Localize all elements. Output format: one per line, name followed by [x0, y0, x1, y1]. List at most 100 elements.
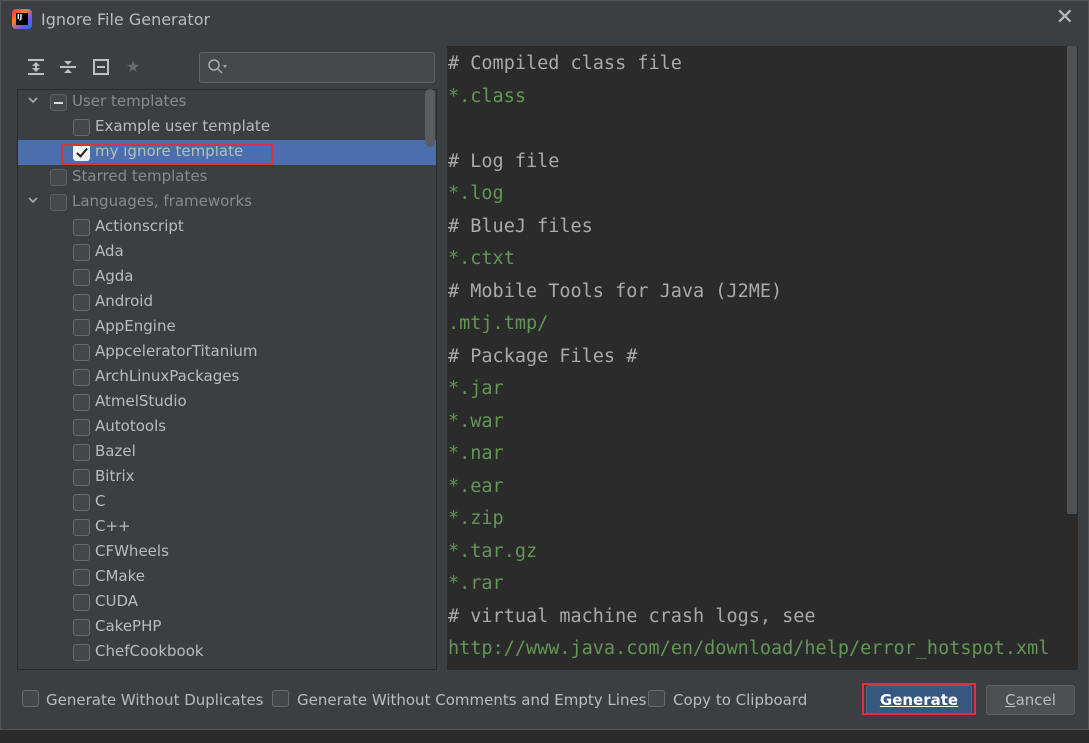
editor-scrollbar[interactable]: [1067, 46, 1077, 514]
template-checkbox[interactable]: [73, 519, 90, 536]
highlight-box-generate: [862, 683, 976, 715]
code-pattern-line: *.zip: [448, 508, 504, 529]
tree-row[interactable]: CMake: [18, 565, 436, 590]
tree-row[interactable]: CakePHP: [18, 615, 436, 640]
preview-editor[interactable]: # Compiled class file *.class # Log file *.…: [447, 46, 1078, 670]
title-bar: IJ Ignore File Generator ✕: [1, 1, 1088, 39]
template-checkbox[interactable]: [73, 494, 90, 511]
cancel-mnemonic: C: [1005, 691, 1016, 709]
tree-row[interactable]: C: [18, 490, 436, 515]
search-input[interactable]: [199, 52, 435, 83]
template-checkbox[interactable]: [73, 294, 90, 311]
template-checkbox[interactable]: [73, 394, 90, 411]
code-pattern-line: *.tar.gz: [448, 540, 538, 562]
code-pattern-line: *.rar: [448, 573, 504, 594]
template-checkbox[interactable]: [50, 94, 67, 111]
star-icon[interactable]: ★: [122, 56, 144, 78]
tree-row[interactable]: Starred templates: [18, 165, 436, 190]
without-comments-label[interactable]: Generate Without Comments and Empty Line…: [297, 691, 647, 709]
template-checkbox[interactable]: [73, 219, 90, 236]
template-checkbox[interactable]: [73, 419, 90, 436]
tree-row[interactable]: CFWheels: [18, 540, 436, 565]
tree-row-label: AppceleratorTitanium: [95, 342, 258, 360]
tree-row-label: Languages, frameworks: [72, 192, 252, 210]
code-comment-line: # Log file: [448, 150, 560, 172]
template-checkbox[interactable]: [50, 194, 67, 211]
tree-row[interactable]: Actionscript: [18, 215, 436, 240]
collapse-all-icon[interactable]: [57, 56, 79, 78]
search-icon: [208, 59, 227, 74]
tree-row-label: CFWheels: [95, 542, 169, 560]
tree-row-label: User templates: [72, 92, 187, 110]
template-checkbox[interactable]: [73, 619, 90, 636]
collapse-icon[interactable]: [90, 56, 112, 78]
cancel-button[interactable]: Cancel: [986, 685, 1075, 715]
chevron-down-icon[interactable]: [26, 93, 40, 107]
tree-row[interactable]: AppEngine: [18, 315, 436, 340]
highlight-box-template: [61, 144, 273, 165]
code-pattern-line: *.nar: [448, 443, 504, 464]
tree-row[interactable]: AtmelStudio: [18, 390, 436, 415]
code-pattern-line: *.class: [448, 85, 526, 107]
tree-row-label: C: [95, 492, 106, 510]
code-pattern-line: *.ctxt: [448, 248, 515, 269]
template-checkbox[interactable]: [50, 169, 67, 186]
template-checkbox[interactable]: [73, 244, 90, 261]
template-checkbox[interactable]: [73, 119, 90, 136]
tree-row[interactable]: Autotools: [18, 415, 436, 440]
tree-row-label: AppEngine: [95, 317, 176, 335]
tree-row[interactable]: ArchLinuxPackages: [18, 365, 436, 390]
tree-row[interactable]: User templates: [18, 90, 436, 115]
without-duplicates-label[interactable]: Generate Without Duplicates: [46, 691, 264, 709]
template-checkbox[interactable]: [73, 469, 90, 486]
tree-row[interactable]: CUDA: [18, 590, 436, 615]
code-comment-line: # Package Files #: [448, 345, 638, 367]
expand-all-icon[interactable]: [25, 56, 47, 78]
tree-row-label: AtmelStudio: [95, 392, 187, 410]
template-checkbox[interactable]: [73, 269, 90, 286]
template-checkbox[interactable]: [73, 319, 90, 336]
template-checkbox[interactable]: [73, 344, 90, 361]
code-comment-line: # BlueJ files: [448, 215, 593, 237]
tree-row[interactable]: ChefCookbook: [18, 640, 436, 665]
code-comment-line: # Compiled class file: [448, 53, 682, 74]
code-pattern-line: *.jar: [448, 378, 504, 399]
tree-row[interactable]: Ada: [18, 240, 436, 265]
code-pattern-line: http://www.java.com/en/download/help/err…: [448, 638, 1050, 659]
tree-row[interactable]: C++: [18, 515, 436, 540]
tree-row-label: Agda: [95, 267, 134, 285]
code-pattern-line: *.log: [448, 183, 504, 204]
tree-row[interactable]: Android: [18, 290, 436, 315]
tree-row[interactable]: Bitrix: [18, 465, 436, 490]
tree-row[interactable]: Languages, frameworks: [18, 190, 436, 215]
template-checkbox[interactable]: [73, 544, 90, 561]
tree-row-label: ArchLinuxPackages: [95, 367, 240, 385]
tree-scrollbar[interactable]: [425, 89, 435, 147]
tree-row-label: Example user template: [95, 117, 271, 135]
template-checkbox[interactable]: [73, 369, 90, 386]
tree-row[interactable]: Agda: [18, 265, 436, 290]
template-checkbox[interactable]: [73, 644, 90, 661]
tree-row[interactable]: Bazel: [18, 440, 436, 465]
tree-row-label: Autotools: [95, 417, 167, 435]
tree-row-label: CUDA: [95, 592, 139, 610]
tree-row-label: Bitrix: [95, 467, 135, 485]
app-icon-text: IJ: [16, 13, 28, 25]
window-title: Ignore File Generator: [41, 10, 211, 29]
template-checkbox[interactable]: [73, 569, 90, 586]
tree-row[interactable]: Example user template: [18, 115, 436, 140]
intellij-app-icon: IJ: [12, 9, 32, 29]
tree-row-label: Bazel: [95, 442, 136, 460]
close-icon[interactable]: ✕: [1056, 7, 1074, 29]
code-pattern-line: *.ear: [448, 475, 504, 497]
without-comments-checkbox[interactable]: [272, 690, 289, 707]
without-duplicates-checkbox[interactable]: [22, 690, 39, 707]
tree-row[interactable]: AppceleratorTitanium: [18, 340, 436, 365]
search-text[interactable]: [230, 56, 430, 80]
copy-clipboard-checkbox[interactable]: [648, 690, 665, 707]
copy-clipboard-label[interactable]: Copy to Clipboard: [673, 691, 807, 709]
tree-row-label: CakePHP: [95, 617, 162, 635]
template-checkbox[interactable]: [73, 594, 90, 611]
template-checkbox[interactable]: [73, 444, 90, 461]
chevron-down-icon[interactable]: [26, 193, 40, 207]
